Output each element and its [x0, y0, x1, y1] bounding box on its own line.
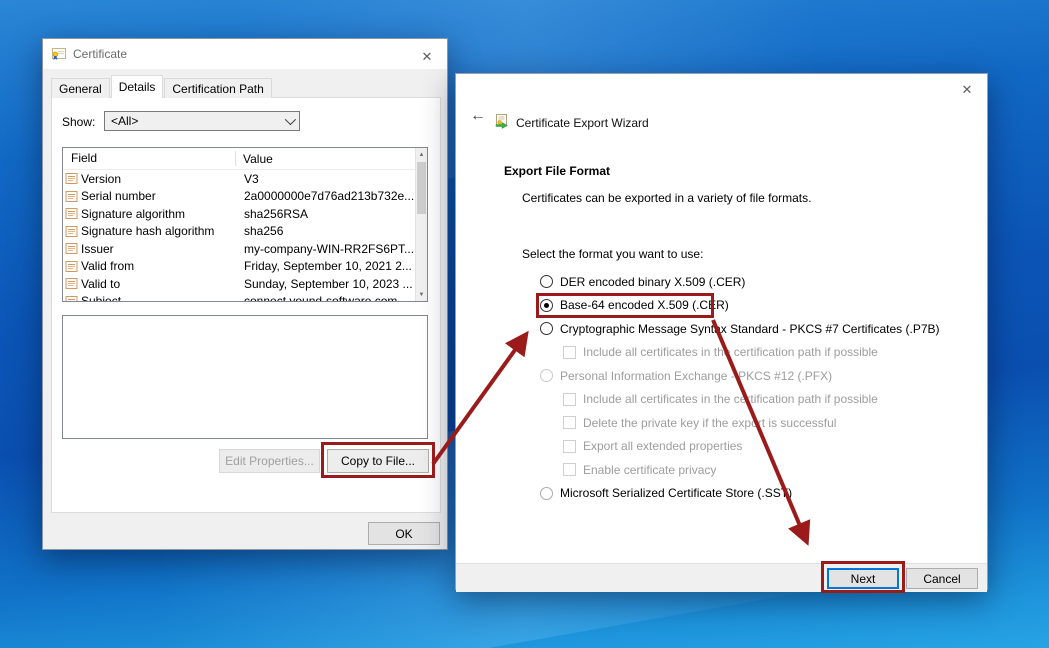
format-option-der[interactable]: DER encoded binary X.509 (.CER)	[540, 270, 940, 294]
column-header-value[interactable]: Value	[236, 152, 273, 166]
table-row[interactable]: Issuer my-company-WIN-RR2FS6PT...	[63, 240, 427, 258]
close-icon[interactable]: ✕	[417, 47, 437, 67]
copy-to-file-button[interactable]: Copy to File...	[327, 449, 429, 473]
certificate-dialog: Certificate ✕ General Details Certificat…	[42, 38, 448, 550]
desktop: Certificate ✕ General Details Certificat…	[0, 0, 1049, 648]
checkbox-icon	[563, 416, 576, 429]
show-dropdown[interactable]: <All>	[104, 111, 300, 131]
scroll-down-icon[interactable]: ▼	[416, 288, 427, 301]
checkbox-icon	[563, 440, 576, 453]
radio-icon	[540, 487, 553, 500]
scrollbar[interactable]: ▲ ▼	[415, 148, 427, 301]
cancel-button[interactable]: Cancel	[906, 568, 978, 589]
radio-icon	[540, 275, 553, 288]
checkbox-icon	[563, 463, 576, 476]
close-icon[interactable]: ✕	[957, 80, 977, 100]
tab-details[interactable]: Details	[111, 75, 164, 98]
back-arrow-icon[interactable]: ←	[470, 107, 486, 125]
radio-icon	[540, 322, 553, 335]
format-option-sst[interactable]: Microsoft Serialized Certificate Store (…	[540, 482, 940, 506]
details-tab-page: Show: <All> Field Value Version V3 Seria…	[51, 97, 441, 513]
show-label: Show:	[62, 115, 95, 129]
checkbox-icon	[563, 393, 576, 406]
certificate-dialog-titlebar[interactable]: Certificate	[43, 39, 447, 69]
radio-selected-icon	[540, 299, 553, 312]
format-option-pfx: Personal Information Exchange - PKCS #12…	[540, 364, 940, 388]
field-icon	[65, 172, 78, 185]
certificate-export-icon	[494, 113, 510, 132]
scrollbar-thumb[interactable]	[417, 162, 426, 214]
table-row[interactable]: Signature hash algorithm sha256	[63, 223, 427, 241]
chevron-down-icon	[285, 114, 296, 125]
certificate-dialog-title: Certificate	[73, 47, 127, 61]
field-icon	[65, 295, 78, 302]
delete-private-key-checkbox: Delete the private key if the export is …	[540, 411, 940, 435]
field-value-preview-box	[62, 315, 428, 439]
table-row[interactable]: Subject connect.yound-software.com	[63, 293, 427, 303]
tab-general[interactable]: General	[51, 78, 110, 98]
wizard-title: Certificate Export Wizard	[516, 116, 649, 130]
tab-certification-path[interactable]: Certification Path	[164, 78, 271, 98]
certificate-fields-list[interactable]: Field Value Version V3 Serial number 2a0…	[62, 147, 428, 302]
certificate-tabs: General Details Certification Path	[51, 75, 273, 98]
show-dropdown-value: <All>	[111, 114, 285, 128]
table-row[interactable]: Version V3	[63, 170, 427, 188]
scroll-up-icon[interactable]: ▲	[416, 148, 427, 161]
field-icon	[65, 190, 78, 203]
field-icon	[65, 277, 78, 290]
edit-properties-button: Edit Properties...	[219, 449, 320, 473]
list-header: Field Value	[63, 148, 427, 170]
table-row[interactable]: Valid from Friday, September 10, 2021 2.…	[63, 258, 427, 276]
table-row[interactable]: Signature algorithm sha256RSA	[63, 205, 427, 223]
enable-certificate-privacy-checkbox: Enable certificate privacy	[540, 458, 940, 482]
ok-button[interactable]: OK	[368, 522, 440, 545]
certificate-export-wizard-dialog: ✕ ← Certificate Export Wizard Export Fil…	[455, 73, 988, 590]
table-row[interactable]: Valid to Sunday, September 10, 2023 ...	[63, 275, 427, 293]
certificate-icon	[51, 46, 67, 62]
field-icon	[65, 207, 78, 220]
export-file-format-heading: Export File Format	[504, 164, 610, 178]
include-path-pkcs7-checkbox: Include all certificates in the certific…	[540, 341, 940, 365]
column-header-field[interactable]: Field	[63, 151, 236, 166]
export-file-format-description: Certificates can be exported in a variet…	[522, 191, 811, 205]
export-extended-properties-checkbox: Export all extended properties	[540, 435, 940, 459]
format-prompt: Select the format you want to use:	[522, 247, 703, 261]
field-icon	[65, 225, 78, 238]
checkbox-icon	[563, 346, 576, 359]
field-icon	[65, 242, 78, 255]
next-button[interactable]: Next	[827, 568, 899, 589]
include-path-pfx-checkbox: Include all certificates in the certific…	[540, 388, 940, 412]
format-options: DER encoded binary X.509 (.CER) Base-64 …	[540, 270, 940, 505]
format-option-pkcs7[interactable]: Cryptographic Message Syntax Standard - …	[540, 317, 940, 341]
format-option-base64[interactable]: Base-64 encoded X.509 (.CER)	[540, 294, 940, 318]
table-row[interactable]: Serial number 2a0000000e7d76ad213b732e..…	[63, 188, 427, 206]
field-icon	[65, 260, 78, 273]
radio-icon	[540, 369, 553, 382]
